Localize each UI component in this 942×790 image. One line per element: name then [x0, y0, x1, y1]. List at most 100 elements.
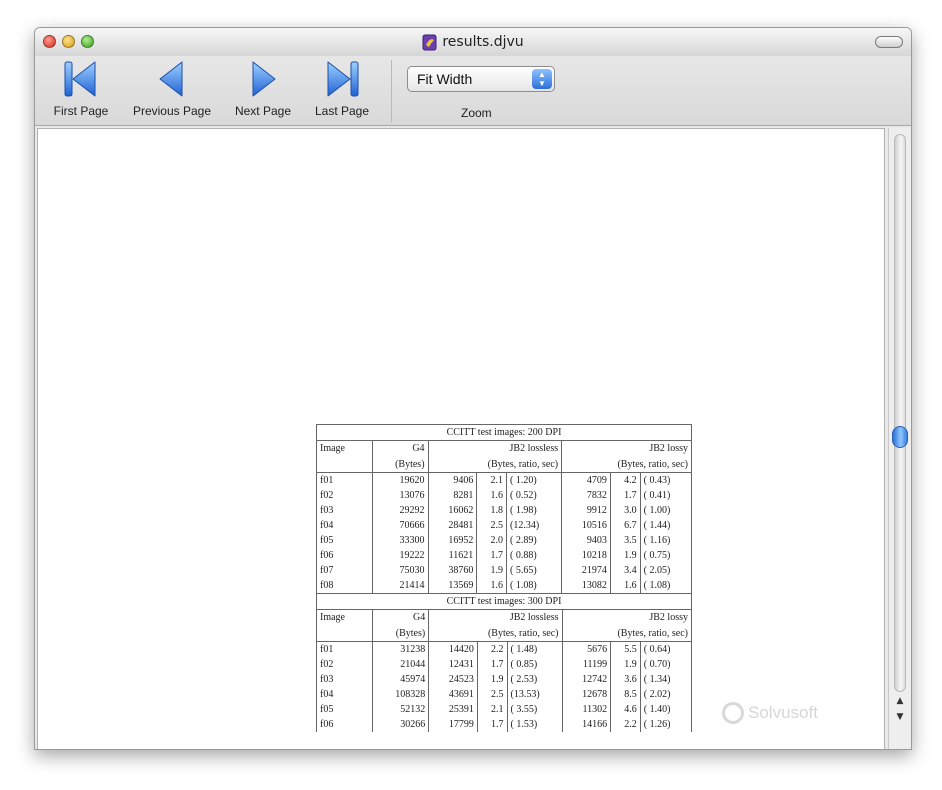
next-page-button[interactable]: Next Page: [227, 58, 299, 118]
scroll-track[interactable]: [894, 134, 906, 692]
table-cell: 9403: [561, 533, 611, 548]
zoom-window-button[interactable]: [81, 35, 94, 48]
table-cell: 3.5: [609, 533, 641, 548]
table-cell: 7832: [561, 488, 611, 503]
table-cell: ( 2.05): [639, 563, 693, 578]
table-row: f07 75030 38760 1.9( 5.65) 21974 3.4( 2.05): [316, 563, 693, 578]
table-cell: 4.6: [610, 702, 641, 717]
table-cell: 29292: [372, 503, 429, 518]
table-cell: 3.4: [609, 563, 641, 578]
document-view[interactable]: CCITT test images: 200 DPI Image G4 JB2 los…: [37, 128, 885, 749]
table-cell: 1.6: [476, 488, 508, 503]
table-cell: 1.6: [476, 578, 508, 593]
table-cell: ( 1.00): [639, 503, 693, 518]
table-cell: f05: [316, 702, 373, 717]
table-cell: 2.0: [476, 533, 508, 548]
table-cell: 28481: [427, 518, 478, 533]
table-cell: 25391: [428, 702, 478, 717]
close-button[interactable]: [43, 35, 56, 48]
table-cell: 75030: [372, 563, 429, 578]
table-row: f05 33300 16952 2.0( 2.89) 9403 3.5( 1.16): [316, 533, 693, 548]
watermark-logo-icon: [722, 702, 744, 724]
table-cell: ( 1.44): [639, 518, 693, 533]
window-title-text: results.djvu: [442, 34, 524, 50]
table-cell: 10516: [561, 518, 611, 533]
column-header-jb2-lossy: JB2 lossy: [561, 609, 692, 626]
column-header-image: Image: [316, 440, 373, 457]
first-page-button[interactable]: First Page: [47, 58, 115, 118]
table-row: f02 13076 8281 1.6( 0.52) 7832 1.7( 0.41): [316, 488, 693, 503]
table-cell: 2.2: [610, 717, 641, 732]
table-cell: 5.5: [610, 641, 641, 657]
table-cell: f01: [316, 641, 373, 657]
table-cell: 6.7: [609, 518, 641, 533]
table-cell: 3.0: [609, 503, 641, 518]
table-cell: f04: [316, 687, 373, 702]
last-page-icon: [327, 61, 359, 97]
table-cell: f08: [316, 578, 373, 593]
table-cell: 16062: [427, 503, 478, 518]
table-cell: 1.8: [476, 503, 508, 518]
table-cell: 11199: [561, 657, 612, 672]
table-cell: f07: [316, 563, 373, 578]
table-row: f03 45974 24523 1.9( 2.53) 12742 3.6( 1.34): [316, 672, 693, 687]
table-cell: 1.7: [476, 717, 508, 732]
table-cell: ( 1.40): [639, 702, 693, 717]
last-page-button[interactable]: Last Page: [307, 58, 377, 118]
table-cell: 33300: [372, 533, 429, 548]
table-cell: 2.5: [476, 687, 508, 702]
table-cell: 2.2: [476, 641, 508, 657]
table-cell: 1.9: [609, 548, 641, 563]
window-title: results.djvu: [422, 34, 524, 51]
table-caption: CCITT test images: 200 DPI: [316, 424, 692, 441]
table-cell: 14166: [561, 717, 612, 732]
title-bar[interactable]: results.djvu: [35, 28, 911, 56]
table-cell: ( 2.89): [506, 533, 563, 548]
table-cell: 4.2: [609, 472, 641, 488]
select-arrows-icon: ▲ ▼: [532, 69, 552, 89]
djvu-viewer-window: results.djvu First Page Previous Page Ne…: [34, 27, 912, 750]
table-cell: (12.34): [506, 518, 563, 533]
results-table: CCITT test images: 200 DPI Image G4 JB2 los…: [316, 424, 693, 593]
watermark: Solvusoft: [722, 702, 818, 724]
table-cell: 13082: [561, 578, 611, 593]
table-cell: f06: [316, 548, 373, 563]
table-cell: 70666: [372, 518, 429, 533]
toolbar-toggle-button[interactable]: [875, 36, 903, 48]
scroll-thumb[interactable]: [892, 426, 908, 448]
minimize-button[interactable]: [62, 35, 75, 48]
previous-page-label: Previous Page: [132, 104, 212, 118]
next-page-icon: [252, 61, 276, 97]
table-cell: 1.7: [476, 548, 508, 563]
table-cell: ( 0.43): [639, 472, 693, 488]
table-cell: ( 0.52): [506, 488, 563, 503]
table-cell: 21414: [372, 578, 429, 593]
scroll-down-icon[interactable]: ▼: [893, 710, 907, 724]
window-controls: [43, 35, 94, 48]
table-cell: 19620: [372, 472, 429, 488]
first-page-label: First Page: [53, 104, 109, 118]
table-cell: 8.5: [610, 687, 641, 702]
table-cell: 12431: [428, 657, 478, 672]
table-cell: 17799: [428, 717, 478, 732]
document-icon: [422, 34, 437, 51]
table-cell: ( 0.75): [639, 548, 693, 563]
table-row: f01 19620 9406 2.1( 1.20) 4709 4.2( 0.43): [316, 472, 693, 488]
table-cell: 5676: [561, 641, 612, 657]
vertical-scrollbar[interactable]: ▲ ▼: [888, 128, 911, 749]
table-cell: 3.6: [610, 672, 641, 687]
table-row: f04 108328 43691 2.5 (13.53) 12678 8.5( 2.02): [316, 687, 693, 702]
table-row: f04 70666 28481 2.5 (12.34) 10516 6.7( 1.44): [316, 518, 693, 533]
table-cell: ( 1.48): [506, 641, 563, 657]
table-cell: 45974: [371, 672, 430, 687]
table-cell: 12742: [561, 672, 612, 687]
zoom-select-value: Fit Width: [417, 71, 473, 87]
column-subheader-lossless-units: (Bytes, ratio, sec): [428, 625, 563, 642]
scroll-up-icon[interactable]: ▲: [893, 694, 907, 708]
table-cell: ( 0.70): [639, 657, 693, 672]
table-cell: ( 1.08): [639, 578, 693, 593]
table-cell: 10218: [561, 548, 611, 563]
document-page: CCITT test images: 200 DPI Image G4 JB2 los…: [316, 424, 693, 732]
zoom-select[interactable]: Fit Width ▲ ▼: [407, 66, 555, 92]
previous-page-button[interactable]: Previous Page: [125, 58, 219, 118]
